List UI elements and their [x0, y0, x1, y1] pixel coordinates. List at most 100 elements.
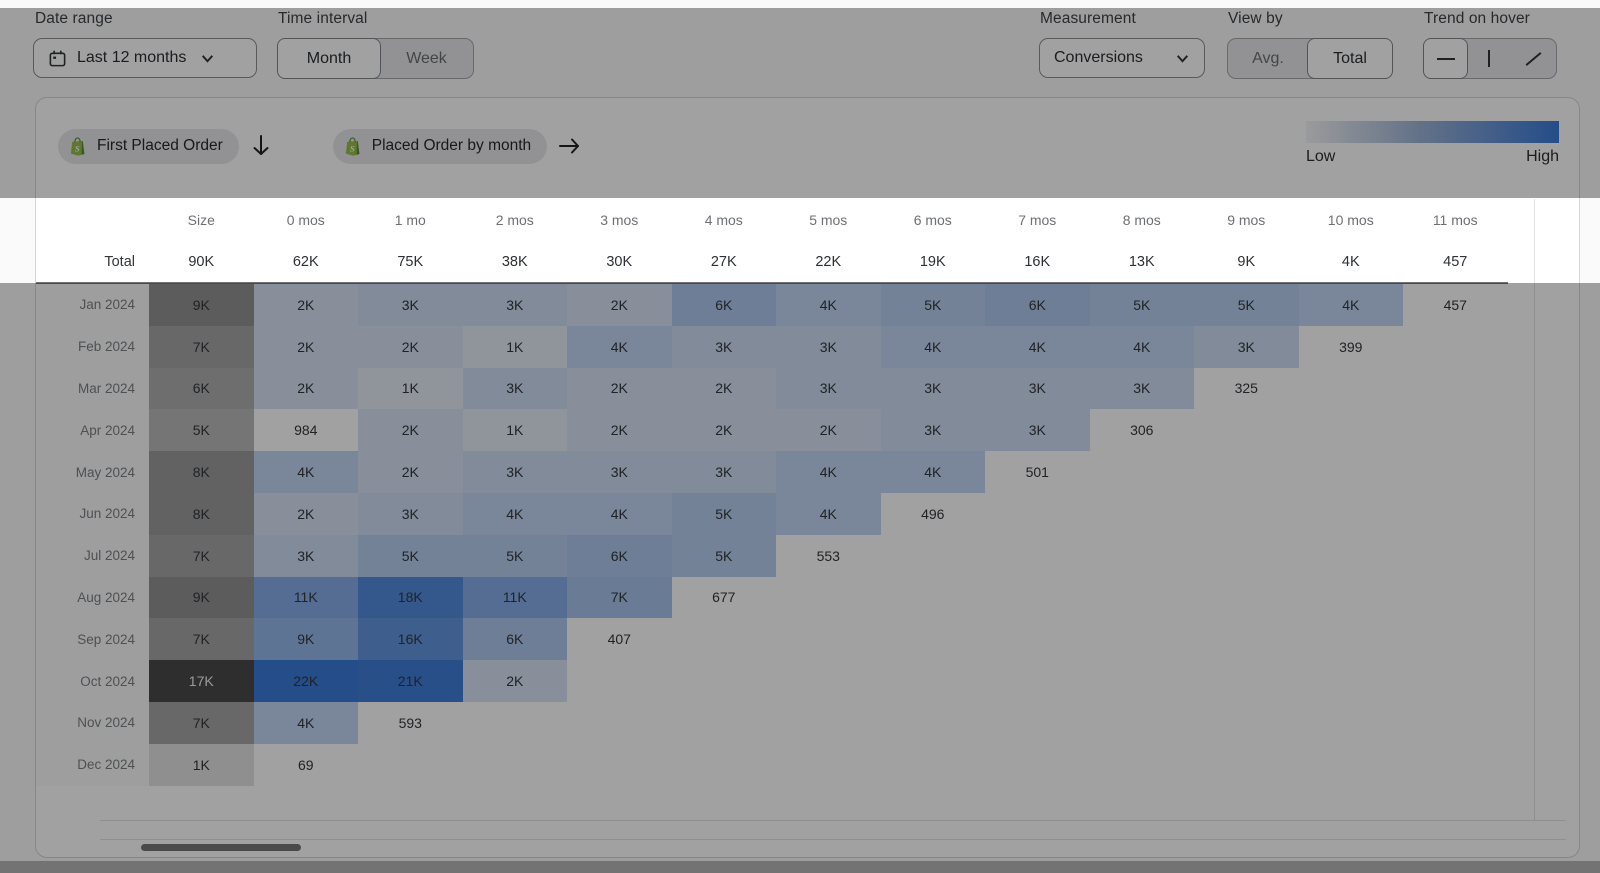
value-cell[interactable]: 3K — [358, 493, 463, 535]
value-cell[interactable]: 2K — [567, 409, 672, 451]
value-cell[interactable]: 5K — [672, 535, 777, 577]
value-cell[interactable]: 2K — [672, 409, 777, 451]
size-cell[interactable]: 7K — [149, 326, 254, 368]
value-cell[interactable]: 21K — [358, 660, 463, 702]
size-cell[interactable]: 9K — [149, 577, 254, 619]
value-cell[interactable]: 3K — [985, 368, 1090, 410]
segment-week[interactable]: Week — [380, 39, 473, 78]
segment-total[interactable]: Total — [1307, 38, 1393, 79]
value-cell[interactable]: 16K — [358, 618, 463, 660]
value-cell[interactable]: 4K — [776, 451, 881, 493]
value-cell[interactable]: 3K — [1090, 368, 1195, 410]
first-event-chip[interactable]: S First Placed Order — [58, 129, 239, 164]
size-cell[interactable]: 6K — [149, 368, 254, 410]
value-cell[interactable]: 18K — [358, 577, 463, 619]
size-cell[interactable]: 9K — [149, 284, 254, 326]
value-cell[interactable]: 3K — [776, 326, 881, 368]
value-cell[interactable]: 2K — [254, 493, 359, 535]
value-cell[interactable]: 1K — [463, 326, 568, 368]
value-cell[interactable]: 3K — [672, 326, 777, 368]
value-cell[interactable]: 3K — [881, 368, 986, 410]
value-cell[interactable]: 5K — [463, 535, 568, 577]
trend-vertical-button[interactable] — [1467, 39, 1511, 78]
value-cell[interactable]: 5K — [358, 535, 463, 577]
value-cell[interactable]: 457 — [1403, 284, 1508, 326]
value-cell[interactable]: 4K — [463, 493, 568, 535]
value-cell[interactable]: 677 — [672, 577, 777, 619]
trend-diagonal-button[interactable] — [1511, 39, 1556, 78]
value-cell[interactable]: 9K — [254, 618, 359, 660]
value-cell[interactable]: 306 — [1090, 409, 1195, 451]
value-cell[interactable]: 4K — [567, 493, 672, 535]
value-cell[interactable]: 4K — [567, 326, 672, 368]
value-cell[interactable]: 6K — [567, 535, 672, 577]
scrollbar-thumb[interactable] — [141, 844, 301, 851]
value-cell[interactable]: 2K — [254, 284, 359, 326]
value-cell[interactable]: 11K — [254, 577, 359, 619]
date-range-button[interactable]: Last 12 months — [33, 38, 257, 78]
value-cell[interactable]: 501 — [985, 451, 1090, 493]
value-cell[interactable]: 2K — [776, 409, 881, 451]
value-cell[interactable]: 3K — [567, 451, 672, 493]
value-cell[interactable]: 1K — [463, 409, 568, 451]
value-cell[interactable]: 325 — [1194, 368, 1299, 410]
segment-month[interactable]: Month — [277, 38, 381, 79]
value-cell[interactable]: 3K — [254, 535, 359, 577]
value-cell[interactable]: 984 — [254, 409, 359, 451]
value-cell[interactable]: 4K — [985, 326, 1090, 368]
value-cell[interactable]: 2K — [672, 368, 777, 410]
value-cell[interactable]: 3K — [881, 409, 986, 451]
value-cell[interactable]: 6K — [985, 284, 1090, 326]
value-cell[interactable]: 553 — [776, 535, 881, 577]
value-cell[interactable]: 6K — [672, 284, 777, 326]
value-cell[interactable]: 5K — [672, 493, 777, 535]
segment-avg[interactable]: Avg. — [1228, 39, 1308, 78]
size-cell[interactable]: 7K — [149, 702, 254, 744]
value-cell[interactable]: 69 — [254, 744, 359, 786]
value-cell[interactable]: 4K — [776, 284, 881, 326]
value-cell[interactable]: 4K — [881, 451, 986, 493]
trend-horizontal-button[interactable] — [1423, 38, 1468, 79]
size-cell[interactable]: 17K — [149, 660, 254, 702]
value-cell[interactable]: 6K — [463, 618, 568, 660]
value-cell[interactable]: 1K — [358, 368, 463, 410]
value-cell[interactable]: 3K — [463, 451, 568, 493]
value-cell[interactable]: 2K — [358, 326, 463, 368]
value-cell[interactable]: 3K — [1194, 326, 1299, 368]
value-cell[interactable]: 3K — [776, 368, 881, 410]
second-event-chip[interactable]: S Placed Order by month — [333, 129, 547, 164]
value-cell[interactable]: 3K — [463, 368, 568, 410]
value-cell[interactable]: 3K — [672, 451, 777, 493]
value-cell[interactable]: 2K — [567, 368, 672, 410]
size-cell[interactable]: 1K — [149, 744, 254, 786]
size-cell[interactable]: 7K — [149, 535, 254, 577]
value-cell[interactable]: 5K — [881, 284, 986, 326]
size-cell[interactable]: 8K — [149, 451, 254, 493]
value-cell[interactable]: 2K — [463, 660, 568, 702]
scrollbar-track[interactable] — [100, 820, 1566, 840]
size-cell[interactable]: 8K — [149, 493, 254, 535]
value-cell[interactable]: 4K — [776, 493, 881, 535]
value-cell[interactable]: 407 — [567, 618, 672, 660]
value-cell[interactable]: 2K — [358, 451, 463, 493]
value-cell[interactable]: 496 — [881, 493, 986, 535]
value-cell[interactable]: 4K — [881, 326, 986, 368]
value-cell[interactable]: 399 — [1299, 326, 1404, 368]
value-cell[interactable]: 2K — [567, 284, 672, 326]
value-cell[interactable]: 593 — [358, 702, 463, 744]
value-cell[interactable]: 11K — [463, 577, 568, 619]
size-cell[interactable]: 5K — [149, 409, 254, 451]
value-cell[interactable]: 5K — [1090, 284, 1195, 326]
value-cell[interactable]: 22K — [254, 660, 359, 702]
measurement-button[interactable]: Conversions — [1039, 38, 1205, 78]
value-cell[interactable]: 3K — [358, 284, 463, 326]
value-cell[interactable]: 3K — [985, 409, 1090, 451]
value-cell[interactable]: 4K — [1090, 326, 1195, 368]
value-cell[interactable]: 4K — [254, 451, 359, 493]
value-cell[interactable]: 3K — [463, 284, 568, 326]
value-cell[interactable]: 4K — [1299, 284, 1404, 326]
value-cell[interactable]: 5K — [1194, 284, 1299, 326]
value-cell[interactable]: 2K — [254, 326, 359, 368]
value-cell[interactable]: 2K — [254, 368, 359, 410]
value-cell[interactable]: 4K — [254, 702, 359, 744]
